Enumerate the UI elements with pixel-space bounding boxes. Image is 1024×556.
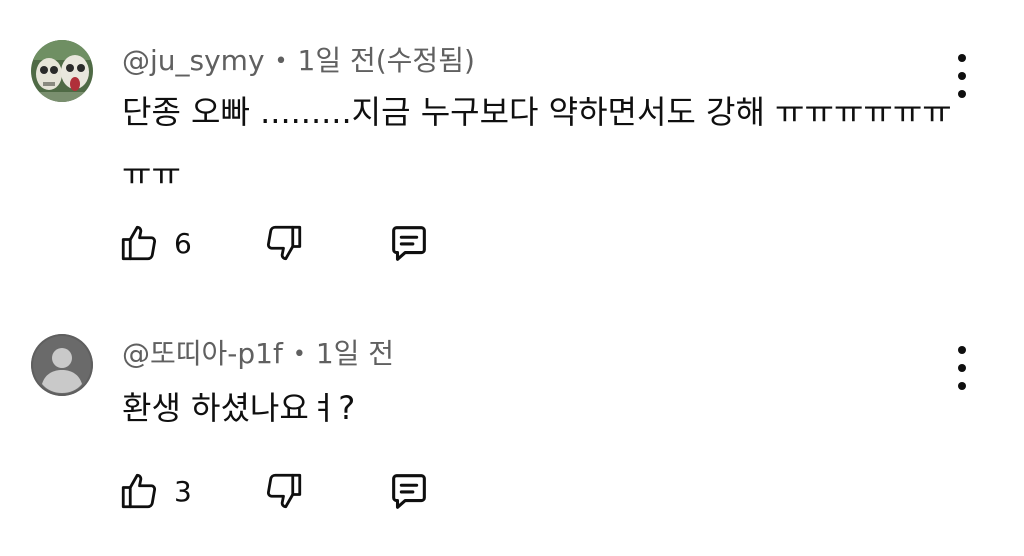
cartoon-characters-avatar-icon bbox=[31, 40, 93, 102]
comment-item: @ju_symy • 1일 전(수정됨) 단종 오빠 .........지금 누구보… bbox=[0, 0, 1024, 300]
reply-comment-icon bbox=[392, 474, 426, 509]
avatar[interactable] bbox=[31, 40, 93, 102]
author-name[interactable]: @ju_symy bbox=[122, 44, 265, 77]
thumbs-down-icon bbox=[266, 225, 302, 261]
dislike-button[interactable] bbox=[263, 218, 305, 268]
like-count: 3 bbox=[174, 474, 192, 508]
thumbs-up-icon bbox=[121, 225, 157, 261]
comment-time[interactable]: 1일 전 bbox=[316, 337, 394, 370]
comment-text: 환생 하셨나요ㅕ? bbox=[122, 389, 356, 427]
more-actions-icon[interactable] bbox=[952, 54, 972, 98]
comment-time[interactable]: 1일 전(수정됨) bbox=[298, 44, 475, 77]
dislike-button[interactable] bbox=[263, 466, 305, 516]
thumbs-down-icon bbox=[266, 473, 302, 509]
comment-meta: @또띠아-p1f • 1일 전 bbox=[122, 336, 394, 373]
reply-button[interactable] bbox=[386, 466, 432, 516]
author-name[interactable]: @또띠아-p1f bbox=[122, 337, 283, 370]
comment-item: @또띠아-p1f • 1일 전 환생 하셨나요ㅕ? 3 bbox=[0, 300, 1024, 556]
avatar[interactable] bbox=[31, 334, 93, 396]
meta-separator: • bbox=[292, 342, 306, 367]
like-count: 6 bbox=[174, 226, 192, 260]
meta-separator: • bbox=[274, 49, 288, 74]
default-user-avatar-icon bbox=[31, 334, 93, 396]
comment-text: 단종 오빠 .........지금 누구보다 약하면서도 강해 ㅠㅠㅠㅠㅠㅠㅠㅠ bbox=[122, 93, 952, 193]
thumbs-up-icon bbox=[121, 473, 157, 509]
like-button[interactable]: 3 bbox=[118, 466, 192, 516]
like-button[interactable]: 6 bbox=[118, 218, 192, 268]
comment-meta: @ju_symy • 1일 전(수정됨) bbox=[122, 43, 475, 80]
reply-comment-icon bbox=[392, 226, 426, 261]
reply-button[interactable] bbox=[386, 218, 432, 268]
more-actions-icon[interactable] bbox=[952, 346, 972, 390]
